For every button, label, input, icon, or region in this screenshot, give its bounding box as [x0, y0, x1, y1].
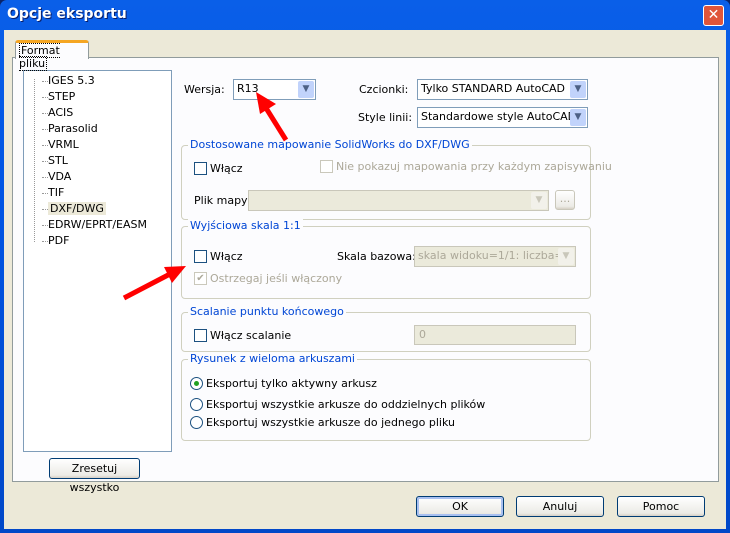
red-arrow-icon [122, 266, 186, 301]
dialog-window: Opcje eksportu ✕ Format pliku IGES 5.3 S… [0, 0, 730, 533]
tab-format-pliku[interactable]: Format pliku [15, 40, 89, 71]
red-arrow-icon [256, 92, 289, 142]
annotation-arrows [122, 92, 289, 301]
